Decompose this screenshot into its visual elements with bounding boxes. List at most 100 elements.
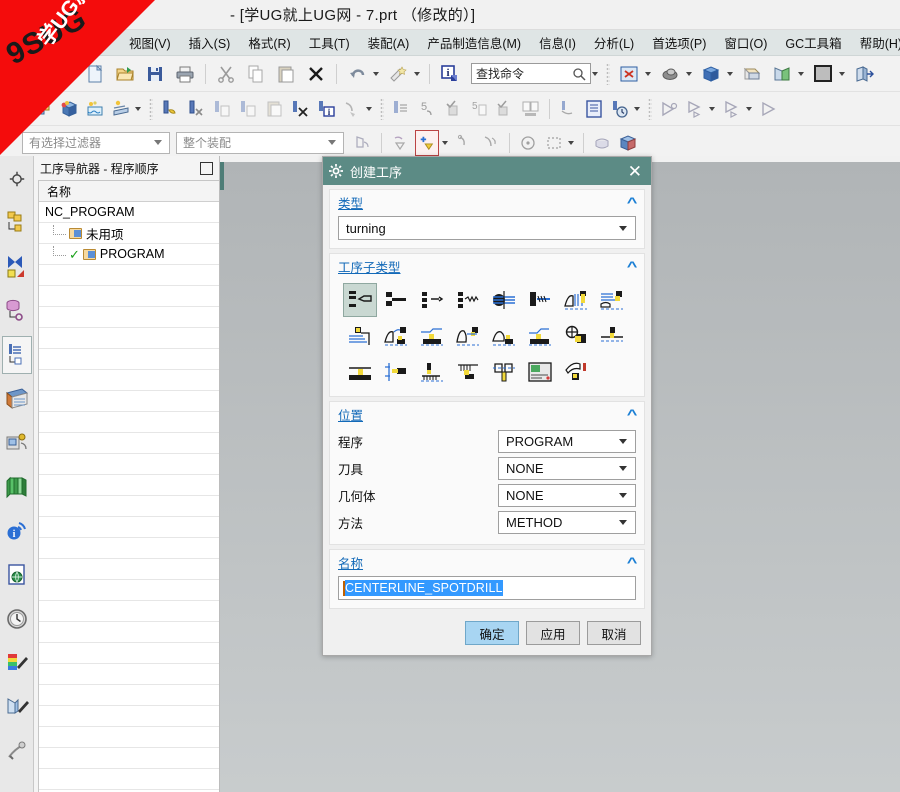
menu-info[interactable]: 信息(I) (530, 30, 585, 55)
sidebar-item-manufacturing-wizard[interactable] (2, 424, 32, 462)
subtype-groove-id-icon[interactable] (451, 355, 485, 389)
table-row[interactable]: ✓ PROGRAM (39, 244, 219, 265)
rectangle-select-icon[interactable] (543, 131, 565, 155)
chevron-down-icon[interactable] (619, 466, 627, 471)
tool-combo[interactable]: NONE (498, 457, 636, 480)
close-icon[interactable]: ✕ (625, 163, 645, 180)
menu-window[interactable]: 窗口(O) (715, 30, 776, 55)
shaded-edges-icon[interactable] (769, 61, 795, 87)
location-section-header[interactable]: 位置 ^ (330, 402, 644, 426)
selection-filter-combo[interactable]: 有选择过滤器 (22, 131, 170, 154)
toolbar-gripper[interactable] (648, 97, 652, 120)
subtype-groove-face-icon[interactable] (487, 355, 521, 389)
chevron-up-icon[interactable]: ^ (627, 194, 638, 210)
chevron-down-icon[interactable] (619, 225, 627, 231)
cut-scissors-icon[interactable] (213, 61, 239, 87)
apply-button[interactable]: 应用 (526, 621, 580, 645)
chevron-down-icon[interactable] (645, 71, 651, 76)
subtype-rough-turn-od-icon[interactable] (595, 283, 629, 317)
sidebar-item-operation-navigator[interactable] (1, 336, 32, 374)
type-section-header[interactable]: 类型 ^ (330, 190, 644, 214)
subtype-centerline-spotdrill-icon[interactable] (343, 283, 377, 317)
subtype-thread-od-icon[interactable] (595, 319, 629, 353)
subtype-machine-control-icon[interactable] (523, 355, 557, 389)
chevron-down-icon[interactable] (746, 106, 752, 111)
info-badge-icon[interactable]: i (437, 61, 463, 87)
geometry-combo[interactable]: NONE (498, 484, 636, 507)
selection-scope-combo[interactable]: 整个装配 (176, 131, 344, 154)
chevron-down-icon[interactable] (154, 140, 162, 145)
ok-button[interactable]: 确定 (465, 621, 519, 645)
chevron-up-icon[interactable]: ^ (627, 258, 638, 274)
subtype-section-header[interactable]: 工序子类型 ^ (330, 254, 644, 278)
orient-cube-icon[interactable] (698, 61, 724, 87)
subtype-icon-grid[interactable] (330, 278, 644, 396)
new-icon[interactable] (82, 61, 108, 87)
navigator-tree[interactable]: 名称 NC_PROGRAM 未用项 ✓ PROGRAM (38, 180, 219, 792)
chevron-down-icon[interactable] (442, 140, 448, 145)
program-combo[interactable]: PROGRAM (498, 430, 636, 453)
print-icon[interactable] (172, 61, 198, 87)
chevron-down-icon[interactable] (798, 71, 804, 76)
menu-analysis[interactable]: 分析(L) (585, 30, 643, 55)
list-toolpath-icon[interactable] (390, 97, 412, 121)
chevron-down-icon[interactable] (135, 106, 141, 111)
play-step-icon[interactable] (684, 97, 706, 121)
open-folder-icon[interactable] (112, 61, 138, 87)
approve-icon[interactable] (442, 97, 464, 121)
play-fast-icon[interactable] (721, 97, 743, 121)
chevron-down-icon[interactable] (328, 140, 336, 145)
menu-assembly[interactable]: 装配(A) (359, 30, 419, 55)
toolbar-gripper[interactable] (380, 97, 384, 120)
pin-panel-icon[interactable] (200, 161, 213, 175)
table-row[interactable]: NC_PROGRAM (39, 202, 219, 223)
chevron-down-icon[interactable] (568, 140, 574, 145)
chevron-down-icon[interactable] (414, 71, 420, 76)
output-cls-icon[interactable]: 5 (468, 97, 490, 121)
subtype-part-off-icon[interactable] (379, 355, 413, 389)
workpiece-report-icon[interactable] (583, 97, 605, 121)
chevron-down-icon[interactable] (727, 71, 733, 76)
geometry-view-icon[interactable] (32, 97, 54, 121)
paste-icon[interactable] (273, 61, 299, 87)
chevron-up-icon[interactable]: ^ (627, 406, 638, 422)
redo-star-icon[interactable] (385, 61, 411, 87)
search-input[interactable]: 查找命令 (476, 65, 572, 82)
subtype-rough-back-turn-icon[interactable] (343, 319, 377, 353)
subtype-centerline-break-chip-icon[interactable] (451, 283, 485, 317)
create-geometry-icon[interactable] (110, 97, 132, 121)
create-program-icon[interactable] (58, 97, 80, 121)
sidebar-item-web-browser[interactable] (2, 556, 32, 594)
menu-preferences[interactable]: 首选项(P) (643, 30, 715, 55)
zoom-pan-icon[interactable] (657, 61, 683, 87)
simulate-icon[interactable] (557, 97, 579, 121)
menu-help[interactable]: 帮助(H) (851, 30, 900, 55)
menu-insert[interactable]: 插入(S) (180, 30, 240, 55)
subtype-user-defined-icon[interactable] (559, 355, 593, 389)
sidebar-item-customize[interactable] (2, 732, 32, 770)
cancel-button[interactable]: 取消 (587, 621, 641, 645)
transform-toolpath-icon[interactable] (341, 97, 363, 121)
delete-toolpath-icon[interactable] (289, 97, 311, 121)
sequence-icon[interactable]: 5 (416, 97, 438, 121)
toolbar-gripper[interactable] (606, 62, 610, 85)
sidebar-item-history[interactable] (2, 600, 32, 638)
chevron-down-icon[interactable] (686, 71, 692, 76)
subtype-centerline-tapping-icon[interactable] (523, 283, 557, 317)
hide-icon[interactable] (591, 131, 613, 155)
menu-tools[interactable]: 工具(T) (300, 30, 359, 55)
dialog-titlebar[interactable]: 创建工序 ✕ (323, 157, 651, 185)
chevron-up-icon[interactable]: ^ (627, 554, 638, 570)
section-icon[interactable] (851, 61, 877, 87)
background-icon[interactable] (810, 61, 836, 87)
chevron-down-icon[interactable] (619, 520, 627, 525)
subtype-rough-back-bore-icon[interactable] (415, 319, 449, 353)
subtype-finish-bore-id-icon[interactable] (523, 319, 557, 353)
subtype-centerline-peck-drill-icon[interactable] (415, 283, 449, 317)
chevron-down-icon[interactable] (592, 71, 598, 76)
curve-filter-icon[interactable] (454, 131, 476, 155)
sidebar-item-part-navigator[interactable] (2, 248, 32, 286)
play-start-icon[interactable] (658, 97, 680, 121)
subtype-finish-back-turn-icon[interactable] (487, 319, 521, 353)
chevron-down-icon[interactable] (709, 106, 715, 111)
